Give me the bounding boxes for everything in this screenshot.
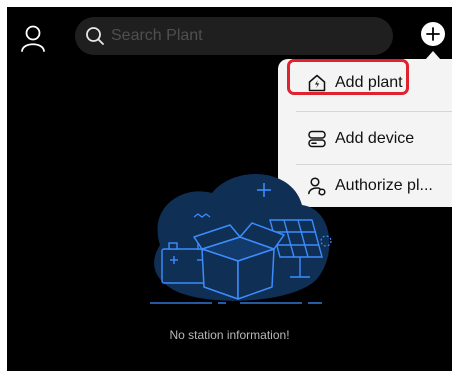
menu-item-label: Add device [335, 130, 415, 147]
menu-item-label: Authorize pl... [335, 177, 433, 194]
box-battery-solar-panel-illustration [142, 157, 342, 307]
highlight-box [287, 59, 409, 95]
empty-state-message: No station information! [169, 328, 290, 342]
search-icon [85, 26, 105, 46]
app-screen: Search Plant Add plant Add device Author… [7, 7, 452, 371]
person-icon[interactable] [21, 24, 47, 52]
menu-divider [296, 111, 452, 112]
plus-circle-icon[interactable] [421, 22, 445, 46]
search-input[interactable]: Search Plant [75, 17, 393, 55]
menu-item-add-device[interactable]: Add device [278, 115, 452, 163]
device-stack-icon [307, 129, 327, 149]
search-placeholder: Search Plant [111, 27, 203, 44]
